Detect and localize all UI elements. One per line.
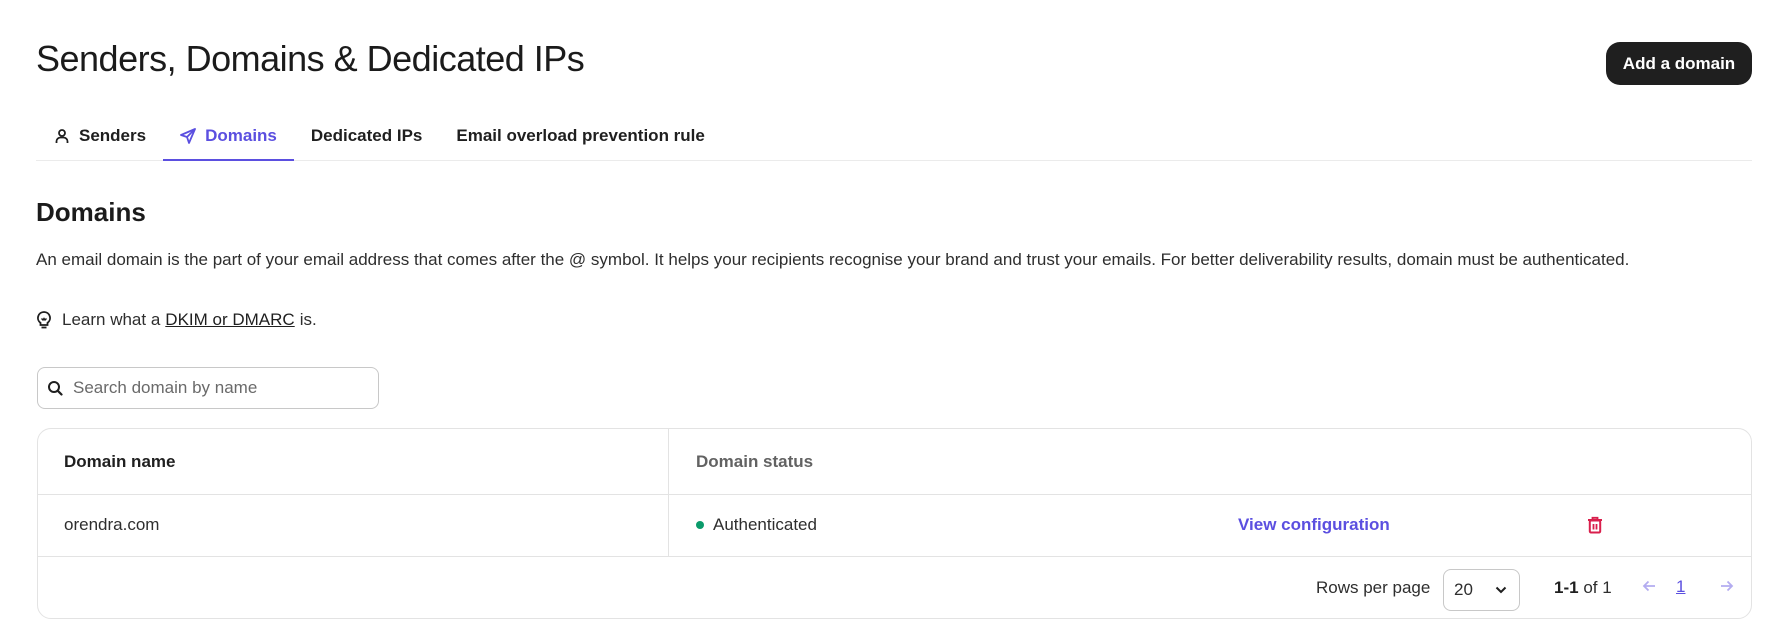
total-count: 1	[1602, 578, 1612, 597]
lightbulb-icon	[37, 311, 51, 329]
status-dot-icon	[696, 521, 704, 529]
tab-dedicated-ips-label: Dedicated IPs	[310, 126, 423, 145]
view-configuration-link[interactable]: View configuration	[1238, 515, 1390, 535]
domain-status-cell: Authenticated	[696, 515, 817, 535]
search-domain-input[interactable]	[73, 378, 363, 398]
domain-name-cell: orendra.com	[64, 515, 160, 534]
rows-per-page-select[interactable]: 20	[1443, 569, 1520, 611]
send-icon	[180, 128, 196, 144]
next-page-arrow-icon[interactable]	[1720, 579, 1734, 593]
tab-domains[interactable]: Domains	[163, 112, 294, 161]
trash-icon[interactable]	[1587, 516, 1603, 534]
page-title: Senders, Domains & Dedicated IPs	[36, 38, 585, 79]
pagination: Rows per page 20 1-1 of 1 1	[38, 558, 1751, 618]
tab-email-overload-label: Email overload prevention rule	[456, 126, 705, 145]
previous-page-arrow-icon[interactable]	[1642, 579, 1656, 593]
add-domain-button[interactable]: Add a domain	[1606, 42, 1752, 85]
section-title: Domains	[36, 197, 146, 227]
user-icon	[54, 128, 70, 144]
tab-domains-label: Domains	[205, 126, 277, 145]
of-label: of	[1583, 578, 1598, 597]
page-range: 1-1 of 1	[1554, 578, 1612, 598]
domains-table: Domain name Domain status orendra.com Au…	[37, 428, 1752, 619]
tab-dedicated-ips[interactable]: Dedicated IPs	[294, 112, 440, 160]
dkim-dmarc-link[interactable]: DKIM or DMARC	[165, 310, 294, 330]
range-value: 1-1	[1554, 578, 1579, 597]
section-description: An email domain is the part of your emai…	[36, 250, 1630, 269]
learn-dkim-dmarc: Learn what a DKIM or DMARC is.	[37, 310, 317, 330]
column-header-domain-name[interactable]: Domain name	[64, 452, 175, 472]
status-badge: Authenticated	[713, 515, 817, 534]
tab-bar: Senders Domains Dedicated IPs Email over…	[36, 112, 1752, 161]
tab-senders[interactable]: Senders	[36, 112, 163, 160]
tab-senders-label: Senders	[79, 126, 147, 145]
learn-prefix: Learn what a	[62, 310, 161, 329]
column-header-domain-status[interactable]: Domain status	[696, 452, 813, 472]
search-domain-field[interactable]	[37, 367, 379, 409]
tab-email-overload-prevention-rule[interactable]: Email overload prevention rule	[439, 112, 721, 160]
rows-per-page-value: 20	[1454, 580, 1473, 599]
chevron-down-icon	[1495, 586, 1507, 594]
learn-suffix: is.	[299, 310, 317, 329]
search-icon	[47, 380, 63, 396]
table-header: Domain name Domain status	[38, 429, 1751, 495]
rows-per-page-label: Rows per page	[1316, 578, 1431, 597]
table-row: orendra.com Authenticated View configura…	[38, 495, 1751, 557]
page-number-button[interactable]: 1	[1676, 577, 1685, 597]
